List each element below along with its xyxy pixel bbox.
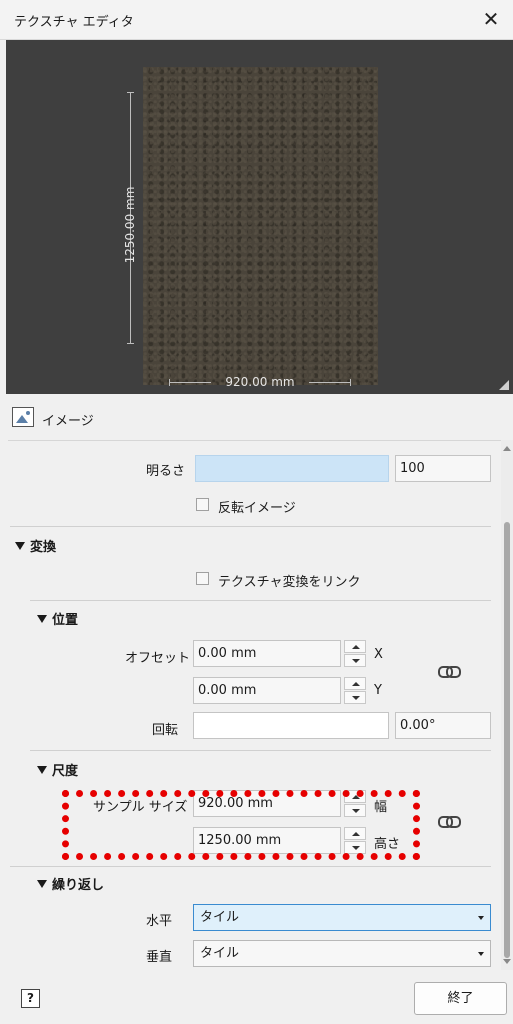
collapse-triangle-icon: [15, 542, 25, 550]
offset-y-spinner[interactable]: [344, 677, 366, 704]
offset-label: オフセット: [125, 651, 191, 666]
help-button[interactable]: ?: [21, 989, 40, 1008]
rotation-label: 回転: [152, 723, 179, 738]
image-section-label: イメージ: [42, 414, 94, 429]
link-texture-transform-label: テクスチャ変換をリンク: [218, 575, 361, 590]
vertical-label: 垂直: [146, 950, 173, 965]
scale-section-toggle[interactable]: 尺度: [37, 760, 78, 779]
divider: [10, 526, 491, 527]
texture-preview: 1250.00 mm 920.00 mm: [6, 40, 513, 394]
scale-section-title: 尺度: [52, 764, 79, 779]
brightness-label: 明るさ: [146, 464, 186, 479]
divider: [30, 600, 491, 601]
offset-link-icon[interactable]: [438, 665, 461, 678]
offset-x-field[interactable]: 0.00 mm: [193, 640, 341, 667]
spin-up-icon[interactable]: [344, 677, 366, 690]
rotation-slider-field[interactable]: [193, 712, 389, 739]
invert-image-label: 反転イメージ: [218, 501, 296, 516]
done-button[interactable]: 終了: [414, 982, 507, 1015]
offset-y-axis-label: Y: [374, 683, 382, 698]
scale-link-icon[interactable]: [438, 815, 461, 828]
transform-section-title: 変換: [30, 540, 57, 555]
vertical-repeat-select[interactable]: タイル: [193, 940, 491, 967]
dialog-footer: ? 終了: [0, 972, 513, 1024]
brightness-slider[interactable]: [195, 455, 389, 482]
position-section-title: 位置: [52, 613, 79, 628]
scroll-thumb[interactable]: [504, 522, 510, 958]
offset-x-axis-label: X: [374, 647, 383, 662]
width-dimension-label: 920.00 mm: [225, 375, 295, 389]
width-dimension-line-right: [309, 379, 351, 386]
close-icon[interactable]: ✕: [479, 7, 503, 31]
vertical-repeat-value: タイル: [200, 946, 240, 961]
height-dimension-label: 1250.00 mm: [123, 186, 137, 264]
chevron-down-icon: [478, 916, 484, 920]
collapse-triangle-icon: [37, 766, 47, 774]
spin-down-icon[interactable]: [344, 691, 366, 704]
position-section-toggle[interactable]: 位置: [37, 609, 78, 628]
resize-grip-icon[interactable]: [499, 380, 509, 390]
scroll-up-icon[interactable]: [503, 446, 511, 451]
offset-y-field[interactable]: 0.00 mm: [193, 677, 341, 704]
offset-x-spinner[interactable]: [344, 640, 366, 667]
texture-swatch: [143, 67, 378, 385]
horizontal-repeat-select[interactable]: タイル: [193, 904, 491, 931]
sample-size-highlight: [62, 790, 420, 860]
chevron-down-icon: [478, 952, 484, 956]
collapse-triangle-icon: [37, 615, 47, 623]
collapse-triangle-icon: [37, 880, 47, 888]
window-title: テクスチャ エディタ: [14, 15, 134, 30]
divider: [30, 750, 491, 751]
horizontal-repeat-value: タイル: [200, 910, 240, 925]
rotation-value-field[interactable]: 0.00°: [395, 712, 491, 739]
image-icon[interactable]: [12, 407, 34, 427]
title-bar: テクスチャ エディタ ✕: [0, 0, 513, 40]
spin-down-icon[interactable]: [344, 654, 366, 667]
horizontal-label: 水平: [146, 914, 173, 929]
width-dimension-line-left: [169, 379, 211, 386]
divider: [10, 866, 491, 867]
repeat-section-title: 繰り返し: [52, 878, 105, 893]
transform-section-toggle[interactable]: 変換: [15, 536, 56, 555]
spin-up-icon[interactable]: [344, 640, 366, 653]
brightness-value-field[interactable]: 100: [395, 455, 491, 482]
image-section-header: イメージ: [0, 395, 513, 439]
vertical-scrollbar[interactable]: [501, 440, 513, 970]
link-texture-transform-checkbox[interactable]: [196, 572, 209, 585]
repeat-section-toggle[interactable]: 繰り返し: [37, 874, 104, 893]
invert-image-checkbox[interactable]: [196, 498, 209, 511]
scroll-down-icon[interactable]: [503, 959, 511, 964]
